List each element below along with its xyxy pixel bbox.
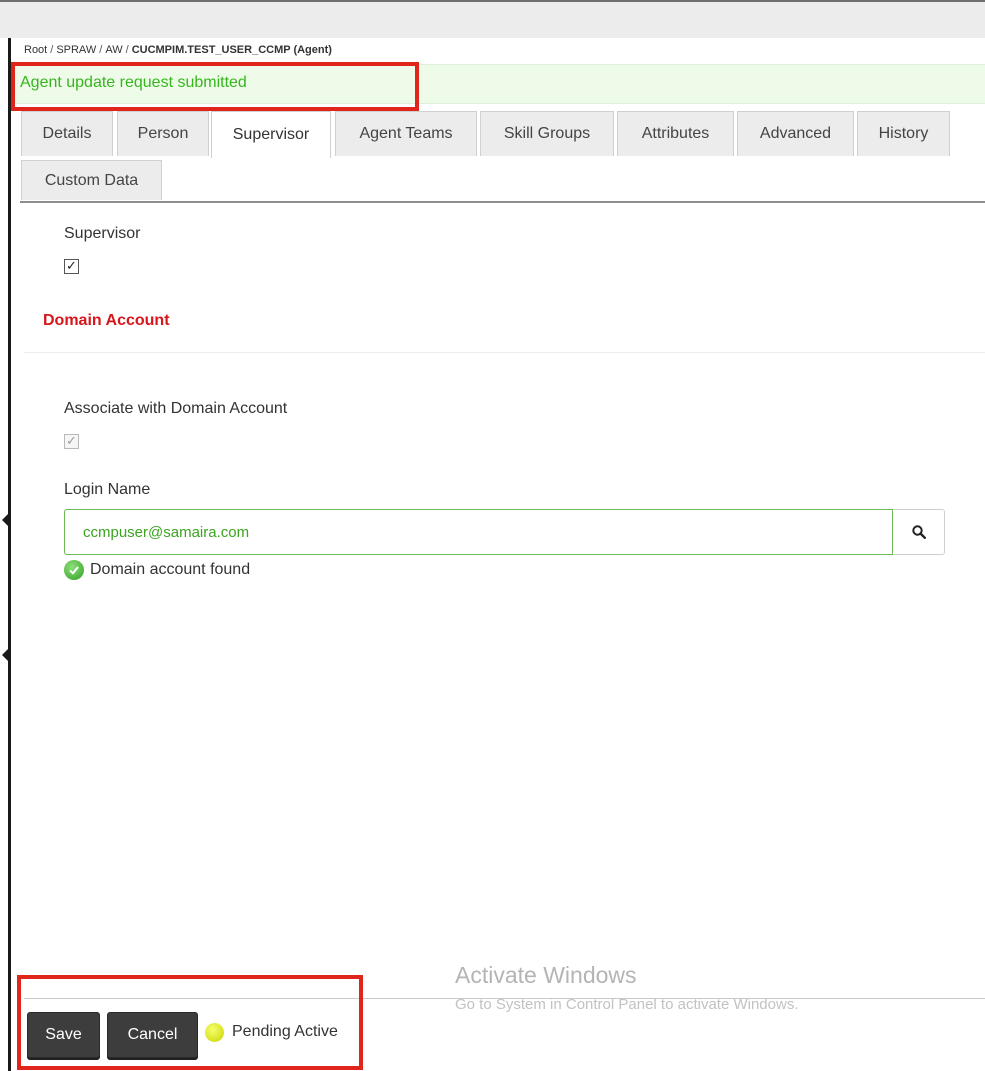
associate-domain-label: Associate with Domain Account	[64, 400, 288, 417]
breadcrumb-item-spraw[interactable]: SPRAW	[56, 44, 96, 56]
alert-highlight-box	[11, 62, 419, 111]
domain-status-text: Domain account found	[90, 561, 251, 578]
tab-custom-data[interactable]: Custom Data	[21, 160, 162, 200]
supervisor-label: Supervisor	[64, 225, 141, 242]
breadcrumb: Root / SPRAW / AW / CUCMPIM.TEST_USER_CCMP (Ag…	[24, 44, 332, 56]
left-splitter-bar[interactable]	[8, 38, 11, 1071]
search-icon	[911, 525, 926, 539]
check-circle-icon	[64, 560, 84, 580]
tab-label: Skill Groups	[503, 125, 591, 142]
activate-windows-title: Activate Windows	[455, 962, 637, 988]
tab-supervisor[interactable]: Supervisor	[211, 111, 331, 158]
breadcrumb-item-root[interactable]: Root	[24, 44, 47, 56]
tab-person[interactable]: Person	[117, 111, 209, 156]
domain-status: Domain account found	[64, 559, 250, 581]
footer-highlight-box	[17, 975, 363, 1070]
tab-label: Advanced	[759, 125, 832, 142]
tab-history[interactable]: History	[857, 111, 950, 156]
tab-advanced[interactable]: Advanced	[737, 111, 854, 156]
breadcrumb-current: CUCMPIM.TEST_USER_CCMP (Agent)	[131, 44, 332, 56]
login-name-input[interactable]	[64, 509, 893, 555]
tab-label: History	[878, 125, 929, 142]
tab-agent-teams[interactable]: Agent Teams	[335, 111, 477, 156]
breadcrumb-separator: /	[125, 44, 129, 56]
tab-skill-groups[interactable]: Skill Groups	[480, 111, 614, 156]
tab-label: Person	[137, 125, 189, 142]
supervisor-checkbox[interactable]: ✓	[64, 259, 79, 274]
tab-label: Details	[42, 125, 92, 142]
tab-label: Supervisor	[232, 126, 310, 143]
window-top-bar	[0, 0, 985, 38]
tab-details[interactable]: Details	[21, 111, 113, 156]
tab-label: Custom Data	[44, 171, 139, 189]
domain-account-heading: Domain Account	[43, 312, 170, 329]
collapse-left-arrow-icon[interactable]	[2, 513, 9, 527]
tab-label: Attributes	[641, 125, 710, 142]
breadcrumb-separator: /	[99, 44, 103, 56]
login-name-label: Login Name	[64, 481, 151, 498]
associate-domain-checkbox[interactable]: ✓	[64, 434, 79, 449]
breadcrumb-separator: /	[50, 44, 54, 56]
tab-attributes[interactable]: Attributes	[617, 111, 734, 156]
tabs-underline	[20, 201, 985, 203]
tab-label: Agent Teams	[359, 125, 453, 142]
search-domain-button[interactable]	[893, 509, 945, 555]
section-divider	[24, 352, 985, 353]
breadcrumb-item-aw[interactable]: AW	[105, 44, 122, 56]
collapse-left-arrow-icon[interactable]	[2, 648, 9, 662]
